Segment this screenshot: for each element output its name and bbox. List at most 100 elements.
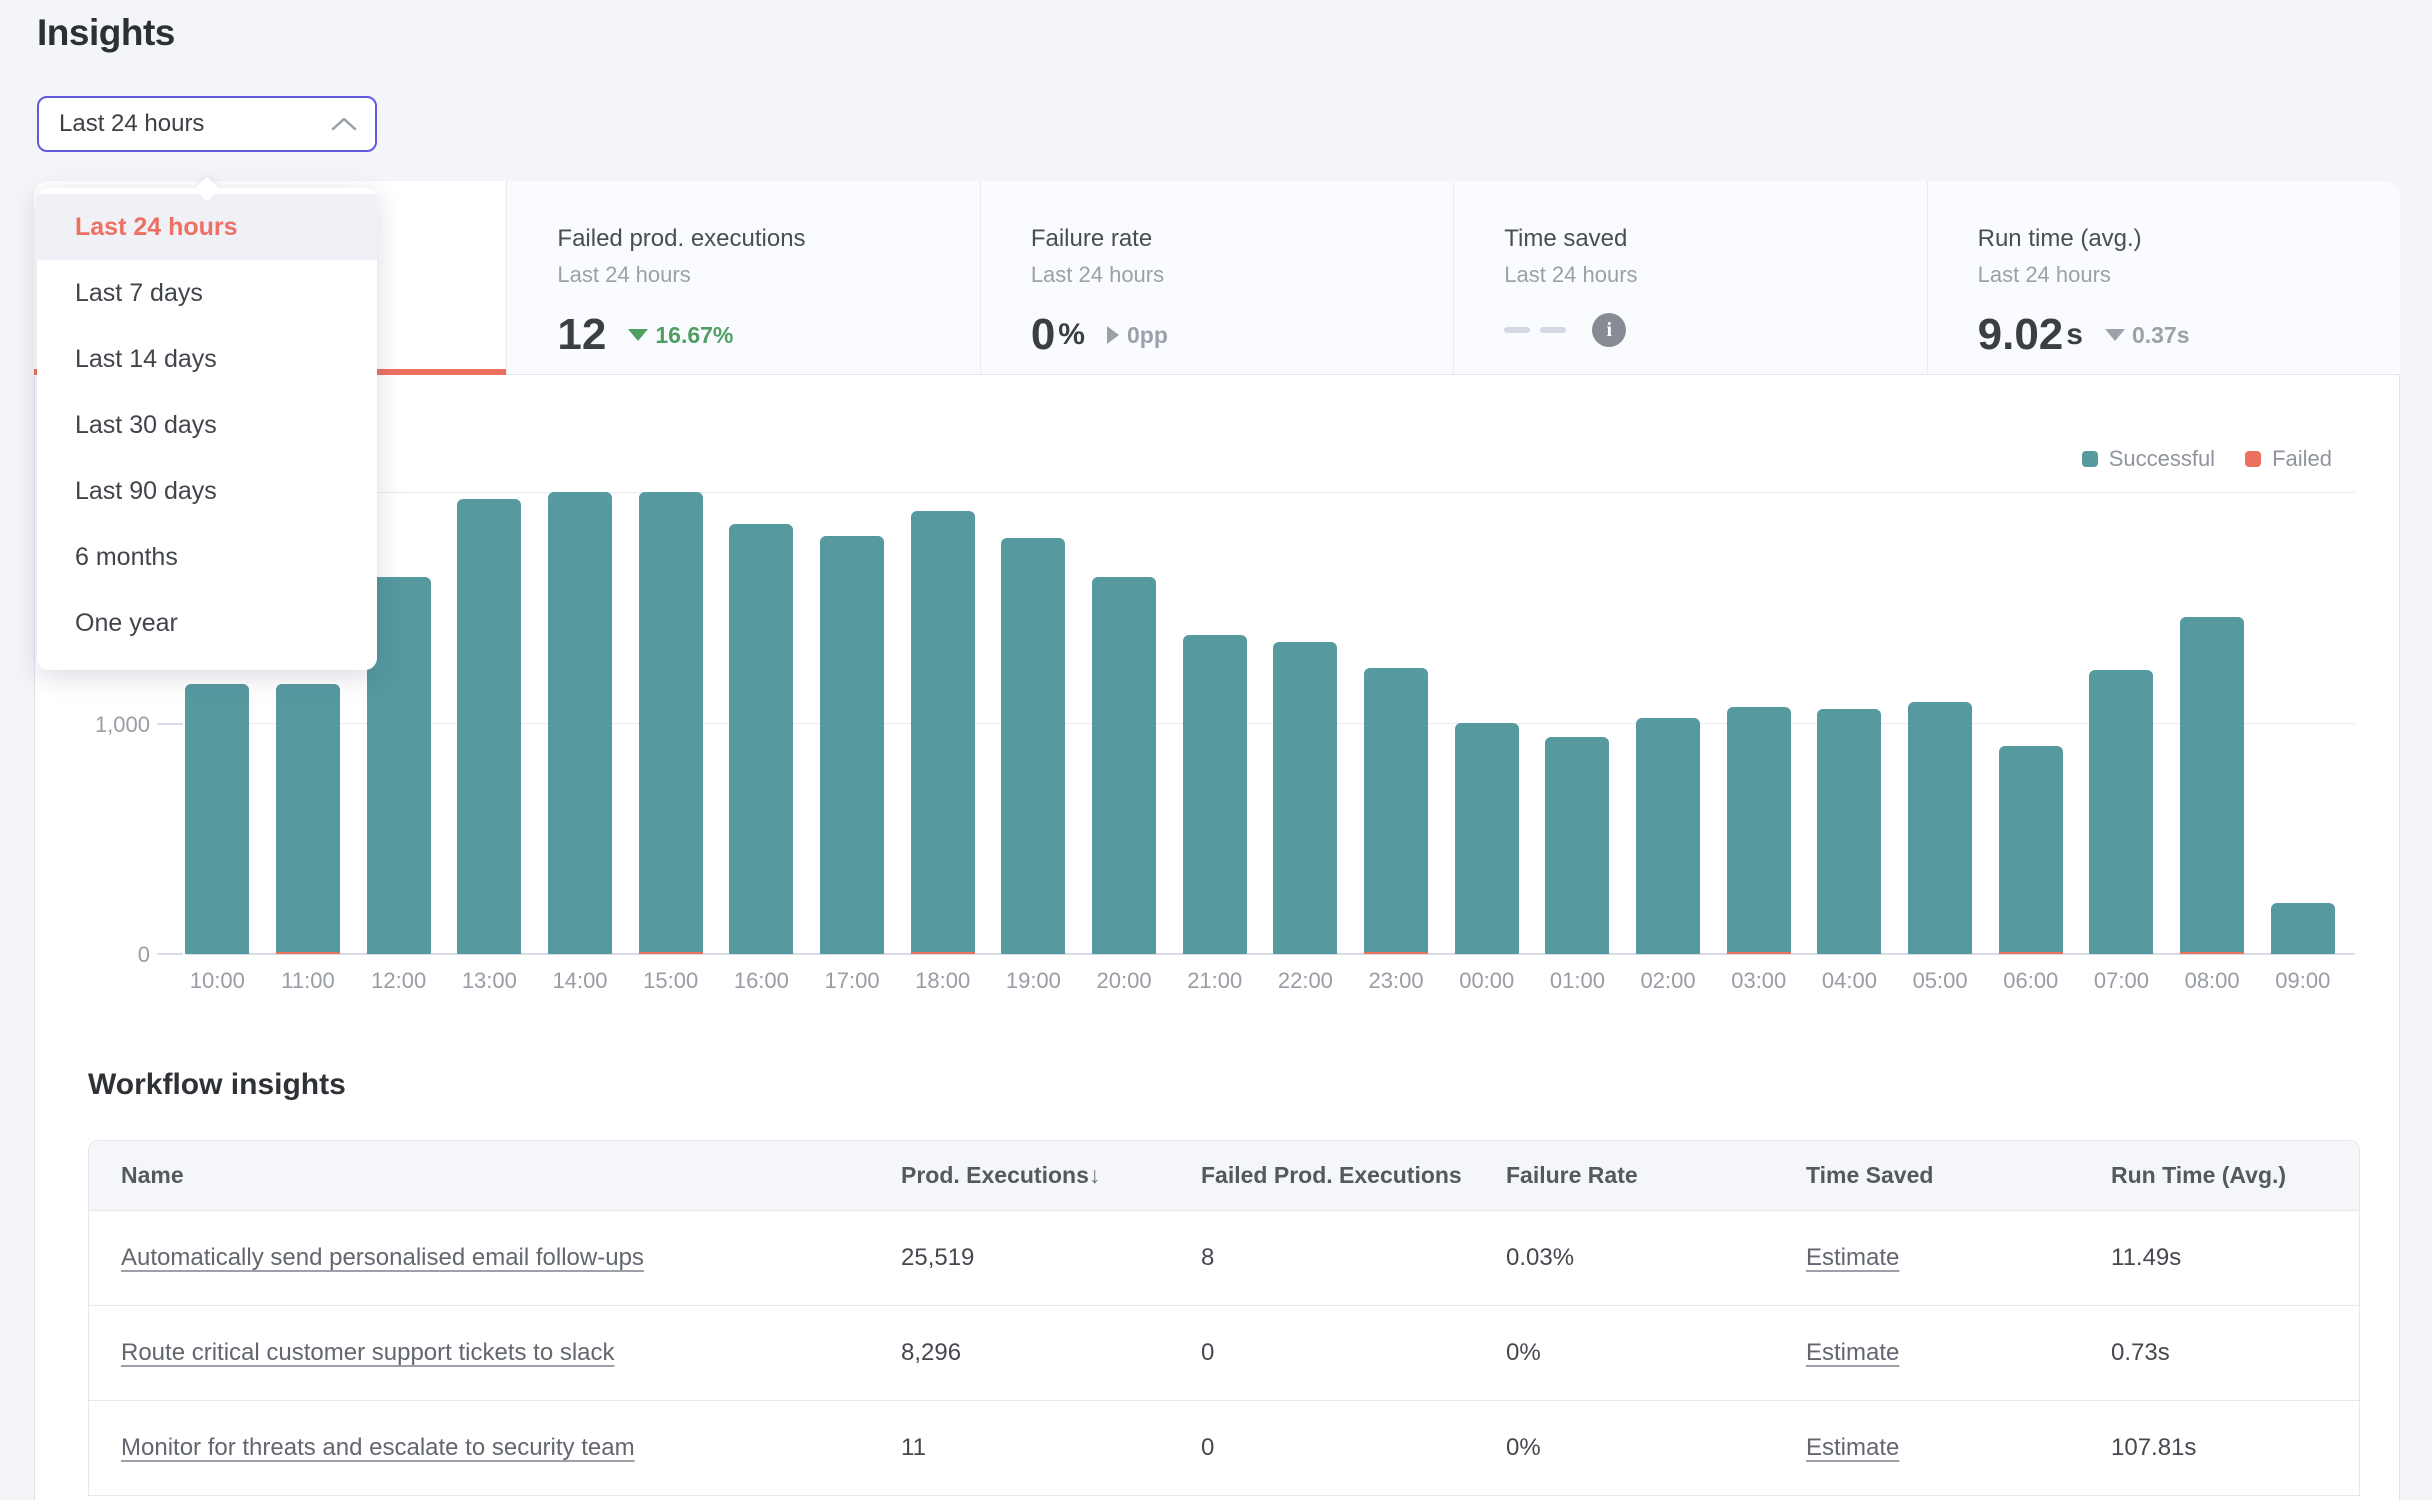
card-value-suffix: s [2066, 320, 2083, 350]
card-value: 9.02 [1978, 313, 2064, 357]
bar-00:00[interactable] [1441, 492, 1532, 954]
x-axis-tick-label: 18:00 [897, 968, 988, 994]
chevron-up-icon [331, 116, 357, 132]
summary-card-3[interactable]: Time savedLast 24 hoursi [1453, 181, 1926, 374]
bar-13:00[interactable] [444, 492, 535, 954]
menu-item-last-30-days[interactable]: Last 30 days [37, 392, 377, 458]
menu-item-6-months[interactable]: 6 months [37, 524, 377, 590]
menu-item-last-24-hours[interactable]: Last 24 hours [37, 194, 377, 260]
chart-legend: Successful Failed [1900, 446, 2332, 472]
bar-14:00[interactable] [535, 492, 626, 954]
bar-16:00[interactable] [716, 492, 807, 954]
bar-successful-segment [1364, 668, 1428, 952]
bar-successful-segment [1817, 709, 1881, 954]
menu-item-last-7-days[interactable]: Last 7 days [37, 260, 377, 326]
legend-item-successful[interactable]: Successful [2082, 446, 2215, 472]
time-saved-estimate-link[interactable]: Estimate [1806, 1244, 1899, 1271]
x-axis-tick-label: 13:00 [444, 968, 535, 994]
table-row: Route critical customer support tickets … [89, 1306, 2359, 1401]
column-header-failure-rate[interactable]: Failure Rate [1506, 1162, 1806, 1189]
x-axis-tick-label: 16:00 [716, 968, 807, 994]
bar-failed-segment [276, 952, 340, 954]
menu-item-one-year[interactable]: One year [37, 590, 377, 656]
bar-03:00[interactable] [1713, 492, 1804, 954]
bar-successful-segment [1727, 707, 1791, 952]
bar-05:00[interactable] [1895, 492, 1986, 954]
bar-22:00[interactable] [1260, 492, 1351, 954]
x-axis-tick-label: 00:00 [1441, 968, 1532, 994]
bar-successful-segment [2180, 617, 2244, 952]
card-delta: 0.37s [2105, 322, 2190, 349]
bar-18:00[interactable] [897, 492, 988, 954]
time-saved-estimate-link[interactable]: Estimate [1806, 1434, 1899, 1461]
card-subtitle: Last 24 hours [1031, 262, 1453, 288]
run-time-value: 11.49s [2111, 1244, 2359, 1272]
bar-23:00[interactable] [1351, 492, 1442, 954]
bar-19:00[interactable] [988, 492, 1079, 954]
bar-successful-segment [1183, 635, 1247, 954]
empty-value-dashes [1504, 327, 1566, 333]
summary-card-1[interactable]: Failed prod. executionsLast 24 hours1216… [506, 181, 979, 374]
workflow-name-link[interactable]: Route critical customer support tickets … [121, 1339, 615, 1366]
menu-item-last-14-days[interactable]: Last 14 days [37, 326, 377, 392]
bar-failed-segment [1364, 952, 1428, 954]
legend-item-failed[interactable]: Failed [2245, 446, 2332, 472]
sort-descending-icon: ↓ [1089, 1162, 1101, 1188]
bar-successful-segment [1455, 723, 1519, 954]
card-value-row: 1216.67% [557, 313, 979, 357]
bar-20:00[interactable] [1079, 492, 1170, 954]
bar-06:00[interactable] [1985, 492, 2076, 954]
bar-successful-segment [548, 492, 612, 954]
summary-card-2[interactable]: Failure rateLast 24 hours0%0pp [980, 181, 1453, 374]
x-axis-tick-label: 20:00 [1079, 968, 1170, 994]
card-subtitle: Last 24 hours [1504, 262, 1926, 288]
bar-02:00[interactable] [1623, 492, 1714, 954]
info-icon[interactable]: i [1592, 313, 1626, 347]
bar-series [172, 492, 2348, 954]
card-value-row: 9.02s 0.37s [1978, 313, 2400, 357]
bar-04:00[interactable] [1804, 492, 1895, 954]
failure-rate-value: 0.03% [1506, 1244, 1806, 1272]
failure-rate-value: 0% [1506, 1434, 1806, 1462]
bar-09:00[interactable] [2257, 492, 2348, 954]
column-header-run-time[interactable]: Run Time (Avg.) [2111, 1162, 2359, 1189]
failure-rate-value: 0% [1506, 1339, 1806, 1367]
bar-21:00[interactable] [1169, 492, 1260, 954]
column-header-time-saved[interactable]: Time Saved [1806, 1162, 2111, 1189]
column-header-failed-prod-executions[interactable]: Failed Prod. Executions [1201, 1162, 1506, 1189]
bar-successful-segment [1636, 718, 1700, 954]
x-axis-tick-label: 07:00 [2076, 968, 2167, 994]
time-saved-estimate-link[interactable]: Estimate [1806, 1339, 1899, 1366]
failed-prod-executions-value: 0 [1201, 1339, 1506, 1367]
x-axis-tick-label: 15:00 [625, 968, 716, 994]
summary-cards-row: Failed prod. executionsLast 24 hours1216… [34, 181, 2400, 375]
x-axis-tick-label: 03:00 [1713, 968, 1804, 994]
menu-item-last-90-days[interactable]: Last 90 days [37, 458, 377, 524]
bar-07:00[interactable] [2076, 492, 2167, 954]
bar-failed-segment [911, 952, 975, 954]
card-subtitle: Last 24 hours [557, 262, 979, 288]
bar-successful-segment [2089, 670, 2153, 954]
time-range-select[interactable]: Last 24 hours [37, 96, 377, 152]
workflow-insights-table: Name Prod. Executions↓ Failed Prod. Exec… [88, 1140, 2360, 1496]
table-row: Monitor for threats and escalate to secu… [89, 1401, 2359, 1496]
prod-executions-value: 25,519 [901, 1244, 1201, 1272]
bar-01:00[interactable] [1532, 492, 1623, 954]
bar-15:00[interactable] [625, 492, 716, 954]
x-axis-tick-label: 06:00 [1985, 968, 2076, 994]
x-axis-tick-label: 01:00 [1532, 968, 1623, 994]
bar-successful-segment [457, 499, 521, 954]
y-axis-label-1000: 1,000 [60, 712, 150, 738]
column-header-name[interactable]: Name [89, 1162, 901, 1189]
column-header-prod-executions[interactable]: Prod. Executions↓ [901, 1162, 1201, 1189]
bar-successful-segment [276, 684, 340, 952]
summary-card-4[interactable]: Run time (avg.)Last 24 hours9.02s0.37s [1927, 181, 2400, 374]
bar-17:00[interactable] [807, 492, 898, 954]
bar-08:00[interactable] [2167, 492, 2258, 954]
workflow-name-link[interactable]: Automatically send personalised email fo… [121, 1244, 644, 1271]
workflow-name-link[interactable]: Monitor for threats and escalate to secu… [121, 1434, 635, 1461]
bar-successful-segment [1092, 577, 1156, 954]
table-body: Automatically send personalised email fo… [89, 1211, 2359, 1496]
card-value-row: i [1504, 313, 1926, 347]
bar-successful-segment [729, 524, 793, 954]
